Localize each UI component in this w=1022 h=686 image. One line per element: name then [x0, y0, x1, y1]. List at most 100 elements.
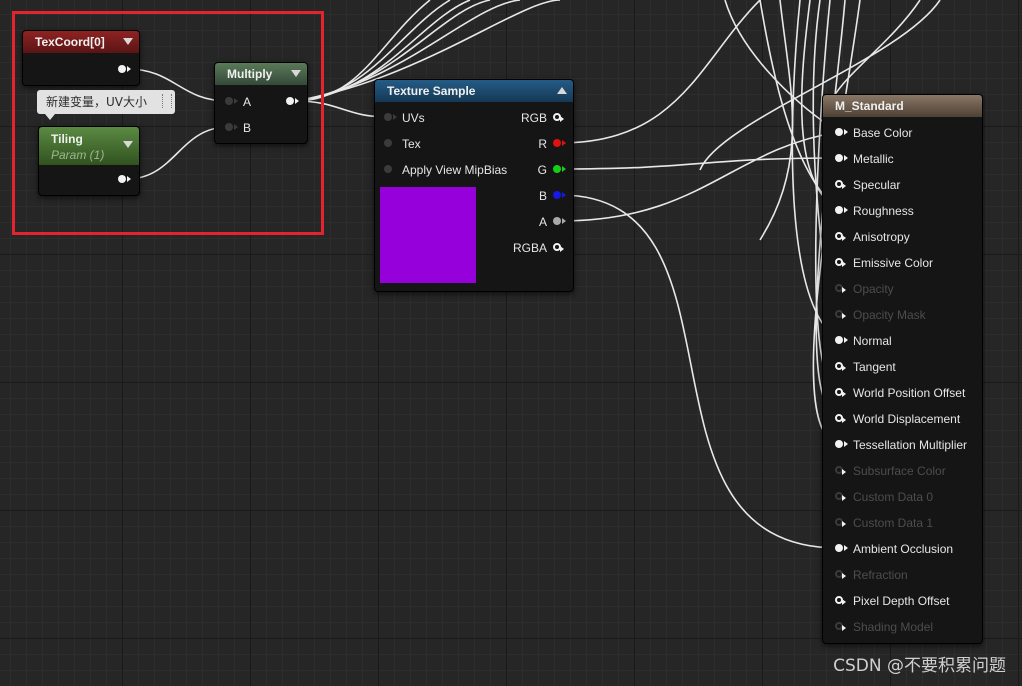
material-input-tessellation-multiplier[interactable]: Tessellation Multiplier	[823, 435, 978, 455]
material-input-roughness[interactable]: Roughness	[823, 201, 978, 221]
mipbias-input-label: Apply View MipBias	[402, 163, 508, 177]
tiling-header[interactable]: Tiling Param (1)	[39, 127, 139, 165]
texture-output-a[interactable]: A	[513, 212, 573, 232]
wire-r-to-offscreen	[559, 0, 761, 144]
multiply-input-a[interactable]: A	[215, 92, 285, 112]
multiply-input-a-pin[interactable]	[225, 97, 238, 105]
texture-input-mipbias[interactable]: Apply View MipBias	[375, 160, 515, 180]
tex-input-pin[interactable]	[384, 139, 392, 147]
material-input-label: Opacity Mask	[853, 308, 926, 322]
tex-input-label: Tex	[402, 137, 421, 151]
texture-sample-node[interactable]: Texture Sample UVs Tex Apply View MipBia…	[374, 79, 574, 292]
texture-input-tex[interactable]: Tex	[375, 134, 515, 154]
texture-output-r[interactable]: R	[513, 134, 573, 154]
texture-output-rgb[interactable]: RGB	[513, 108, 573, 128]
m-standard-header[interactable]: M_Standard	[823, 95, 982, 117]
material-input-label: Base Color	[853, 126, 913, 140]
material-input-pin[interactable]	[835, 310, 846, 319]
g-output-pin[interactable]	[553, 165, 566, 173]
texture-sample-header[interactable]: Texture Sample	[375, 80, 573, 102]
material-input-pin[interactable]	[835, 544, 848, 552]
material-input-pin[interactable]	[835, 232, 846, 241]
material-input-pin[interactable]	[835, 128, 848, 136]
material-input-label: Normal	[853, 334, 892, 348]
multiply-output-pin[interactable]	[286, 97, 299, 105]
material-input-pin[interactable]	[835, 466, 846, 475]
material-input-pin[interactable]	[835, 570, 846, 579]
material-input-normal[interactable]: Normal	[823, 331, 978, 351]
material-input-label: Custom Data 0	[853, 490, 934, 504]
comment-bubble[interactable]: 新建变量，UV大小	[37, 90, 175, 120]
texture-output-rgba[interactable]: RGBA	[513, 238, 573, 258]
material-input-base-color[interactable]: Base Color	[823, 123, 978, 143]
material-input-label: Shading Model	[853, 620, 934, 634]
material-input-label: Opacity	[853, 282, 894, 296]
material-input-pin[interactable]	[835, 388, 846, 397]
rgba-output-pin[interactable]	[553, 243, 564, 252]
collapse-arrow-icon[interactable]	[291, 70, 301, 77]
texture-output-b[interactable]: B	[513, 186, 573, 206]
material-input-custom-data-1[interactable]: Custom Data 1	[823, 513, 978, 533]
multiply-node[interactable]: Multiply A B	[214, 62, 308, 144]
material-input-pin[interactable]	[835, 362, 846, 371]
material-input-pin[interactable]	[835, 622, 846, 631]
uvs-input-pin[interactable]	[384, 113, 397, 121]
tiling-subtitle: Param (1)	[51, 148, 105, 162]
material-input-world-position-offset[interactable]: World Position Offset	[823, 383, 978, 403]
r-output-pin[interactable]	[553, 139, 566, 147]
b-output-label: B	[538, 189, 547, 203]
m-standard-node[interactable]: M_Standard Base Color Metallic Specular Rou…	[822, 94, 983, 644]
collapse-arrow-icon[interactable]	[123, 38, 133, 45]
material-input-metallic[interactable]: Metallic	[823, 149, 978, 169]
material-input-ambient-occlusion[interactable]: Ambient Occlusion	[823, 539, 978, 559]
material-input-opacity-mask[interactable]: Opacity Mask	[823, 305, 978, 325]
material-input-pin[interactable]	[835, 258, 846, 267]
material-input-subsurface-color[interactable]: Subsurface Color	[823, 461, 978, 481]
tiling-output-pin[interactable]	[118, 175, 131, 183]
multiply-input-b[interactable]: B	[215, 118, 285, 138]
material-input-pin[interactable]	[835, 518, 846, 527]
material-input-label: Subsurface Color	[853, 464, 946, 478]
multiply-header[interactable]: Multiply	[215, 63, 307, 85]
material-input-emissive-color[interactable]: Emissive Color	[823, 253, 978, 273]
material-input-pin[interactable]	[835, 596, 846, 605]
material-input-pin[interactable]	[835, 492, 846, 501]
pin-comment-icon[interactable]	[162, 94, 172, 108]
material-input-opacity[interactable]: Opacity	[823, 279, 978, 299]
material-input-specular[interactable]: Specular	[823, 175, 978, 195]
material-input-pin[interactable]	[835, 154, 848, 162]
texcoord-output-pin[interactable]	[118, 65, 131, 73]
material-input-label: Pixel Depth Offset	[853, 594, 950, 608]
material-input-custom-data-0[interactable]: Custom Data 0	[823, 487, 978, 507]
material-input-label: Custom Data 1	[853, 516, 934, 530]
a-output-pin[interactable]	[553, 217, 566, 225]
texture-input-uvs[interactable]: UVs	[375, 108, 515, 128]
multiply-input-b-pin[interactable]	[225, 123, 238, 131]
watermark-text: CSDN @不要积累问题	[833, 656, 1006, 676]
multiply-title: Multiply	[227, 67, 273, 81]
material-input-world-displacement[interactable]: World Displacement	[823, 409, 978, 429]
material-input-anisotropy[interactable]: Anisotropy	[823, 227, 978, 247]
rgb-output-pin[interactable]	[553, 113, 564, 122]
material-input-pin[interactable]	[835, 284, 846, 293]
material-input-shading-model[interactable]: Shading Model	[823, 617, 978, 637]
material-input-pin[interactable]	[835, 414, 846, 423]
mipbias-input-pin[interactable]	[384, 165, 392, 173]
collapse-arrow-icon[interactable]	[557, 87, 567, 94]
m-standard-title: M_Standard	[835, 99, 904, 113]
material-input-label: Anisotropy	[853, 230, 910, 244]
material-input-pin[interactable]	[835, 440, 848, 448]
texture-output-g[interactable]: G	[513, 160, 573, 180]
material-input-tangent[interactable]: Tangent	[823, 357, 978, 377]
material-input-label: Refraction	[853, 568, 908, 582]
material-input-refraction[interactable]: Refraction	[823, 565, 978, 585]
material-input-pin[interactable]	[835, 180, 846, 189]
material-input-pin[interactable]	[835, 336, 848, 344]
texcoord-node[interactable]: TexCoord[0]	[22, 30, 140, 86]
material-input-pixel-depth-offset[interactable]: Pixel Depth Offset	[823, 591, 978, 611]
texcoord-header[interactable]: TexCoord[0]	[23, 31, 139, 53]
material-input-pin[interactable]	[835, 206, 848, 214]
collapse-arrow-icon[interactable]	[123, 141, 133, 148]
tiling-node[interactable]: Tiling Param (1)	[38, 126, 140, 196]
b-output-pin[interactable]	[553, 191, 566, 199]
